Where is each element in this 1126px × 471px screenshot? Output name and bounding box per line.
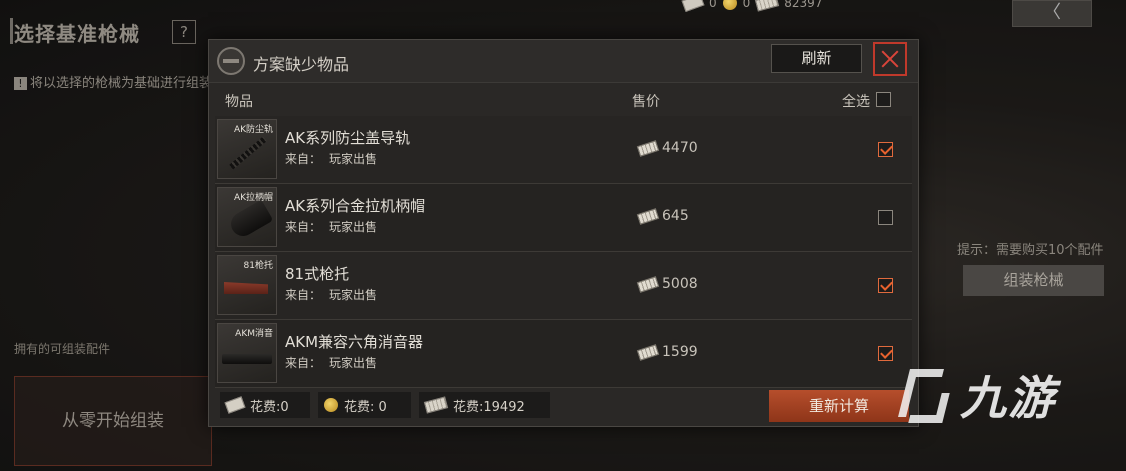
scratch-assemble-button[interactable]: 从零开始组装 [14,376,212,466]
coin-icon [324,398,338,412]
list-item: AK防尘轨 AK系列防尘盖导轨 来自： 玩家出售 4470 [215,116,912,184]
list-item: AK拉柄帽 AK系列合金拉机柄帽 来自： 玩家出售 645 [215,184,912,252]
item-name: AKM兼容六角消音器 [285,333,424,351]
item-name: AK系列防尘盖导轨 [285,129,411,147]
cash-icon [636,276,660,293]
thumbnail-label: 81枪托 [243,261,273,271]
item-price: 1599 [662,344,698,360]
select-all-checkbox[interactable] [876,92,891,107]
item-checkbox[interactable] [878,278,893,293]
coin-cost: 花费: 0 [318,392,411,418]
bill-icon [681,0,705,13]
thumbnail-label: AK拉柄帽 [233,193,273,203]
bill-cost-value: 花费:0 [250,399,289,415]
coin-cost-value: 花费: 0 [344,399,387,415]
refresh-button[interactable]: 刷新 [771,44,862,73]
missing-items-dialog: 方案缺少物品 刷新 物品 售价 全选 AK防尘轨 AK系列防尘盖导轨 来自： 玩家… [208,39,919,427]
dialog-title: 方案缺少物品 [253,55,350,74]
select-all-label: 全选 [842,94,870,110]
list-item: AKM消音 AKM兼容六角消音器 来自： 玩家出售 1599 [215,320,912,388]
cash-cost-value: 花费:19492 [453,399,525,415]
bill-cost: 花费:0 [220,392,310,418]
item-name: AK系列合金拉机柄帽 [285,197,426,215]
watermark-text: 九游 [960,371,1056,425]
rifle-stock-icon [224,282,268,294]
assemble-weapon-button[interactable]: 组装枪械 [963,265,1104,296]
close-button[interactable] [873,42,907,76]
column-header: 物品 售价 全选 [216,87,911,113]
dialog-footer: 花费:0 花费: 0 花费:19492 重新计算 [215,390,912,422]
source-label: 来自： [285,356,322,370]
item-list: AK防尘轨 AK系列防尘盖导轨 来自： 玩家出售 4470 AK拉柄帽 AK系列合… [215,116,912,388]
cash-icon [636,344,660,361]
source-value: 玩家出售 [329,152,378,166]
source-label: 来自： [285,152,322,166]
item-thumbnail: AK防尘轨 [217,119,277,179]
page-title: 选择基准枪械 [14,22,140,46]
suppressor-icon [222,354,272,364]
item-price: 5008 [662,276,698,292]
item-source: 来自： 玩家出售 [285,218,377,235]
source-value: 玩家出售 [329,356,378,370]
item-price: 4470 [662,140,698,156]
coin-icon [722,0,737,10]
watermark: 九游 [890,355,1056,435]
item-source: 来自： 玩家出售 [285,150,377,167]
item-price: 645 [662,208,689,224]
currency-bar: 0 0 82397 [681,0,823,13]
item-source: 来自： 玩家出售 [285,354,377,371]
item-name: 81式枪托 [285,265,350,283]
base-hint: ! 将以选择的枪械为基础进行组装 [14,72,212,91]
item-thumbnail: AKM消音 [217,323,277,383]
charging-handle-cap-icon [226,199,274,241]
cash-icon [755,0,780,12]
bill-icon [224,396,246,414]
cash-icon [423,396,449,414]
bills-count: 0 [709,0,717,10]
item-thumbnail: 81枪托 [217,255,277,315]
recalculate-button[interactable]: 重新计算 [769,390,909,422]
source-label: 来自： [285,220,322,234]
dialog-header: 方案缺少物品 刷新 [209,40,918,83]
cash-count: 82397 [784,0,823,10]
list-item: 81枪托 81式枪托 来自： 玩家出售 5008 [215,252,912,320]
help-button[interactable]: ? [172,20,196,44]
warning-icon: ! [14,77,27,90]
column-price: 售价 [632,94,660,110]
source-value: 玩家出售 [329,288,378,302]
cash-cost: 花费:19492 [419,392,550,418]
back-button[interactable]: 〈 [1012,0,1092,27]
coins-count: 0 [742,0,751,10]
purchase-tip: 提示：需要购买10个配件 [957,243,1104,258]
base-hint-text: 将以选择的枪械为基础进行组装 [30,76,213,91]
thumbnail-label: AK防尘轨 [233,125,273,135]
owned-parts-label: 拥有的可组装配件 [14,342,111,356]
cash-icon [636,208,660,225]
item-source: 来自： 玩家出售 [285,286,377,303]
cash-icon [636,140,660,157]
dust-cover-rail-icon [229,136,267,170]
column-item: 物品 [225,94,253,110]
title-accent-bar [10,18,13,44]
thumbnail-label: AKM消音 [235,329,273,339]
item-thumbnail: AK拉柄帽 [217,187,277,247]
source-label: 来自： [285,288,322,302]
weapon-logo-icon [217,47,245,75]
source-value: 玩家出售 [329,220,378,234]
logo-icon [890,363,954,427]
item-checkbox[interactable] [878,142,893,157]
item-checkbox[interactable] [878,210,893,225]
